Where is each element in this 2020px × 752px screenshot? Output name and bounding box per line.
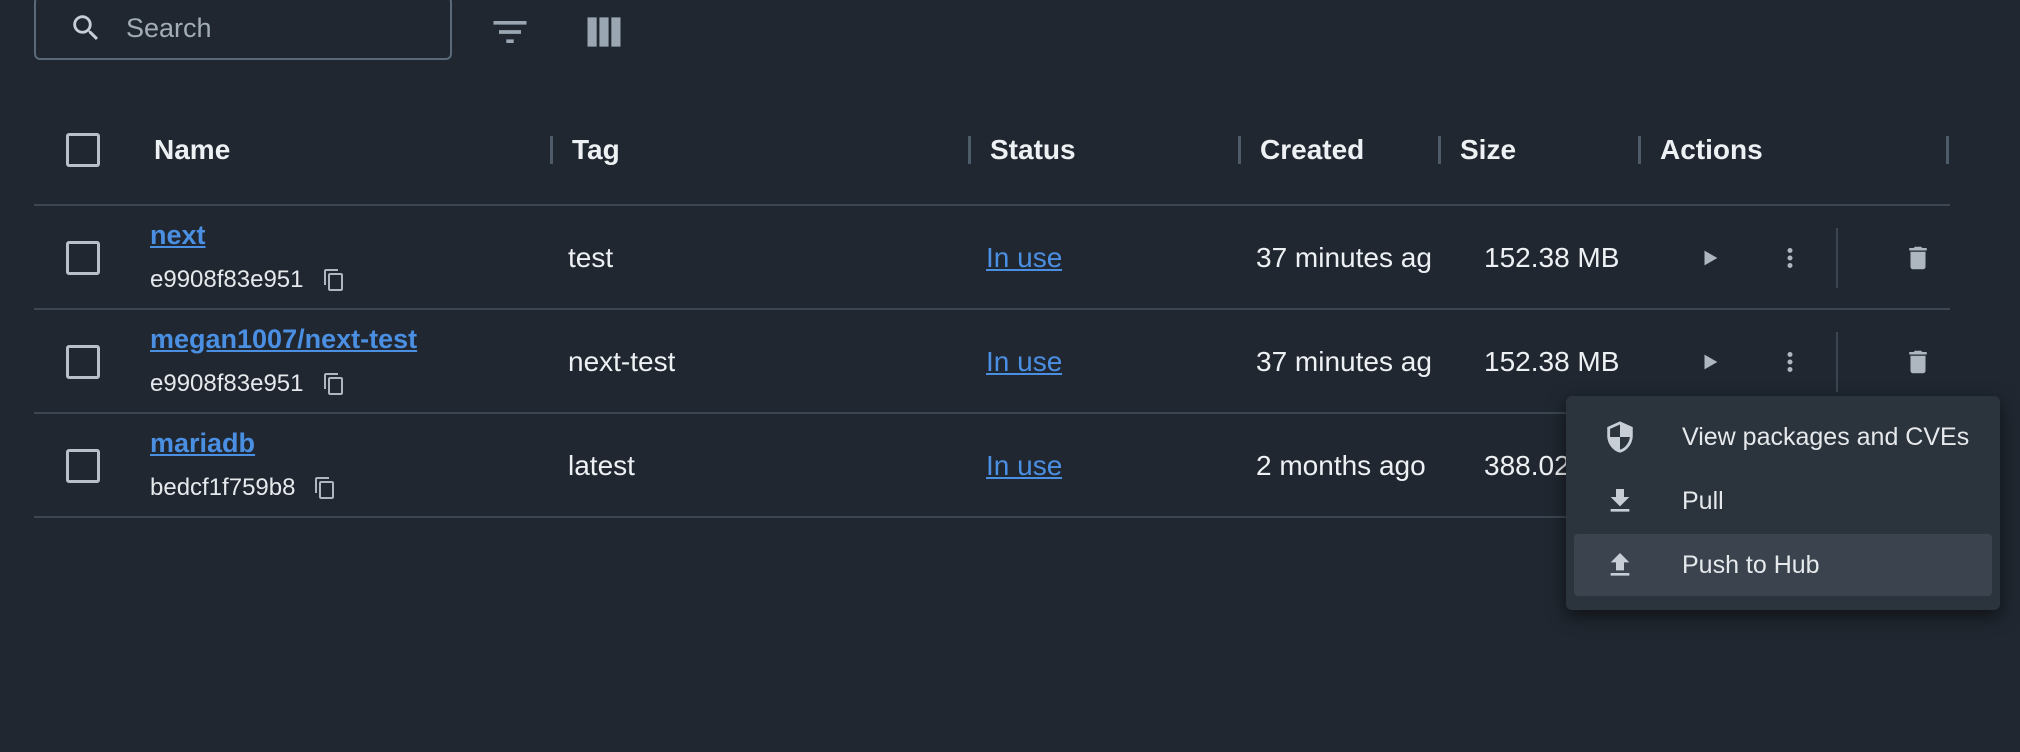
image-id: bedcf1f759b8 <box>150 474 337 502</box>
image-id: e9908f83e951 <box>150 266 346 294</box>
search-input[interactable] <box>124 11 428 45</box>
header-status[interactable]: Status <box>990 114 1076 186</box>
menu-item-label: View packages and CVEs <box>1682 422 1970 451</box>
search-box[interactable] <box>34 0 452 60</box>
created-cell: 37 minutes ag <box>1256 242 1432 273</box>
image-id: e9908f83e951 <box>150 370 346 398</box>
action-divider <box>1836 228 1838 288</box>
size-cell: 152.38 MB <box>1484 242 1620 273</box>
created-cell: 37 minutes ag <box>1256 346 1432 377</box>
header-actions: Actions <box>1660 134 1763 165</box>
shield-icon <box>1602 419 1638 455</box>
status-link[interactable]: In use <box>986 450 1062 482</box>
action-divider <box>1836 332 1838 392</box>
search-icon <box>66 8 106 48</box>
header-name[interactable]: Name <box>154 114 230 186</box>
column-separator[interactable] <box>1946 136 1949 164</box>
image-id-text: e9908f83e951 <box>150 266 304 293</box>
header-created[interactable]: Created <box>1260 114 1364 186</box>
menu-item-push-to-hub[interactable]: Push to Hub <box>1574 534 1992 596</box>
table-row[interactable]: next e9908f83e951 test In use 37 minutes… <box>34 206 1950 310</box>
created-cell: 2 months ago <box>1256 450 1426 481</box>
status-link[interactable]: In use <box>986 346 1062 378</box>
row-checkbox[interactable] <box>66 345 100 379</box>
menu-item-view-packages[interactable]: View packages and CVEs <box>1574 406 1992 468</box>
row-checkbox[interactable] <box>66 449 100 483</box>
image-name-link[interactable]: next <box>150 220 206 251</box>
copy-icon[interactable] <box>322 268 346 292</box>
column-separator[interactable] <box>968 136 971 164</box>
status-link[interactable]: In use <box>986 242 1062 274</box>
copy-icon[interactable] <box>313 476 337 500</box>
image-actions-menu: View packages and CVEs Pull Push to Hub <box>1566 396 2000 610</box>
column-separator[interactable] <box>550 136 553 164</box>
select-all-checkbox[interactable] <box>66 133 100 167</box>
column-separator[interactable] <box>1238 136 1241 164</box>
filter-icon[interactable] <box>488 10 532 54</box>
run-icon[interactable] <box>1692 344 1728 380</box>
delete-icon[interactable] <box>1900 344 1936 380</box>
row-checkbox[interactable] <box>66 241 100 275</box>
menu-item-pull[interactable]: Pull <box>1574 470 1992 532</box>
menu-item-label: Push to Hub <box>1682 550 1820 579</box>
image-name-link[interactable]: megan1007/next-test <box>150 324 417 355</box>
more-options-icon[interactable] <box>1772 344 1808 380</box>
upload-icon <box>1602 547 1638 583</box>
images-page: Name Tag Status Created Size Actions nex… <box>0 0 2020 752</box>
tag-cell: next-test <box>568 346 676 377</box>
image-id-text: bedcf1f759b8 <box>150 474 296 501</box>
column-separator[interactable] <box>1438 136 1441 164</box>
image-id-text: e9908f83e951 <box>150 370 304 397</box>
column-separator[interactable] <box>1638 136 1641 164</box>
table-header: Name Tag Status Created Size Actions <box>34 114 1950 206</box>
delete-icon[interactable] <box>1900 240 1936 276</box>
columns-icon[interactable] <box>582 10 626 54</box>
more-options-icon[interactable] <box>1772 240 1808 276</box>
header-size[interactable]: Size <box>1460 114 1516 186</box>
run-icon[interactable] <box>1692 240 1728 276</box>
copy-icon[interactable] <box>322 372 346 396</box>
header-tag[interactable]: Tag <box>572 114 620 186</box>
image-name-link[interactable]: mariadb <box>150 428 255 459</box>
tag-cell: test <box>568 242 614 273</box>
menu-item-label: Pull <box>1682 486 1724 515</box>
tag-cell: latest <box>568 450 635 481</box>
download-icon <box>1602 483 1638 519</box>
